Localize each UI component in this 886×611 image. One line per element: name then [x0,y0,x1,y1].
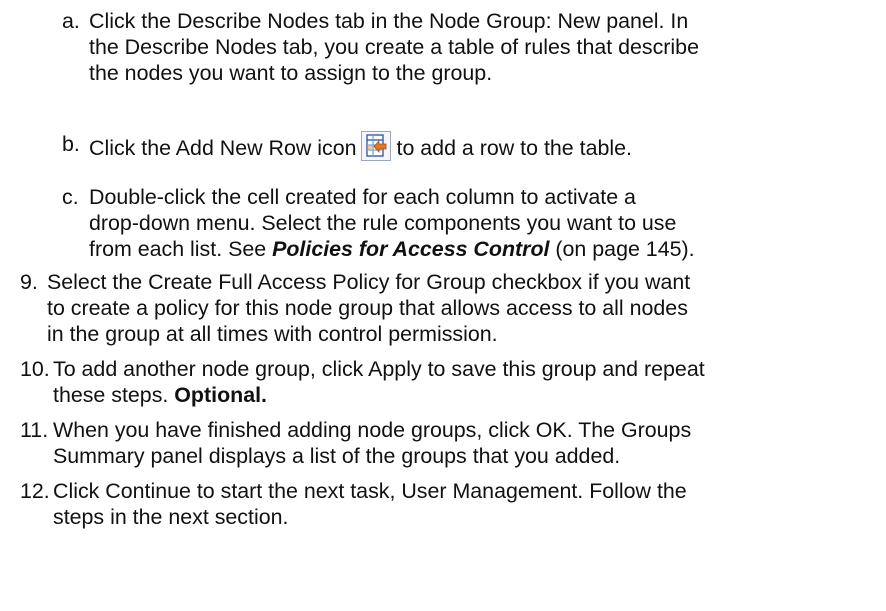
text-segment: Click the Add New Row icon [89,136,357,160]
step-text: Click the Add New Row icon to add a row … [89,131,632,161]
text-line: the nodes you want to assign to the grou… [89,61,493,85]
step-text: Click the Describe Nodes tab in the Node… [89,8,699,86]
text-line: Click the Describe Nodes tab in the Node… [89,9,689,33]
text-line: Double-click the cell created for each c… [89,185,636,209]
step-text: To add another node group, click Apply t… [53,356,705,408]
step-marker: 9. [20,270,38,294]
text-segment: (on page 145). [549,237,695,261]
text-line: steps in the next section. [53,505,289,529]
text-line: To add another node group, click Apply t… [53,357,705,381]
cross-reference-link[interactable]: Policies for Access Control [272,237,549,261]
text-line: Click the Add New Row icon to add a row … [89,131,632,161]
step-marker: c. [62,185,79,209]
text-line: in the group at all times with control p… [47,322,498,346]
text-segment: to add a row to the table. [396,136,632,160]
step-marker: 12. [20,479,50,503]
text-line: Select the Create Full Access Policy for… [47,270,691,294]
text-segment: from each list. See [89,237,273,261]
text-line: from each list. See Policies for Access … [89,236,695,262]
optional-label: Optional. [174,383,267,407]
step-text: Click Continue to start the next task, U… [53,478,687,530]
document-page: a. Click the Describe Nodes tab in the N… [0,0,886,611]
step-marker: 11. [20,418,49,442]
text-line: When you have finished adding node group… [53,418,692,442]
step-marker: a. [62,9,80,33]
step-text: When you have finished adding node group… [53,417,691,469]
text-line: drop-down menu. Select the rule componen… [89,211,677,235]
step-marker: 10. [20,357,50,381]
text-line: Summary panel displays a list of the gro… [53,444,621,468]
step-text: Select the Create Full Access Policy for… [47,269,690,347]
text-line: Click Continue to start the next task, U… [53,479,687,503]
text-line: these steps. Optional. [20,382,705,408]
step-text: Double-click the cell created for each c… [89,184,695,262]
add-new-row-icon [360,131,391,161]
text-line: to create a policy for this node group t… [47,296,688,320]
step-marker: b. [62,132,80,156]
text-line: the Describe Nodes tab, you create a tab… [89,35,699,59]
text-segment: these steps. [53,383,175,407]
